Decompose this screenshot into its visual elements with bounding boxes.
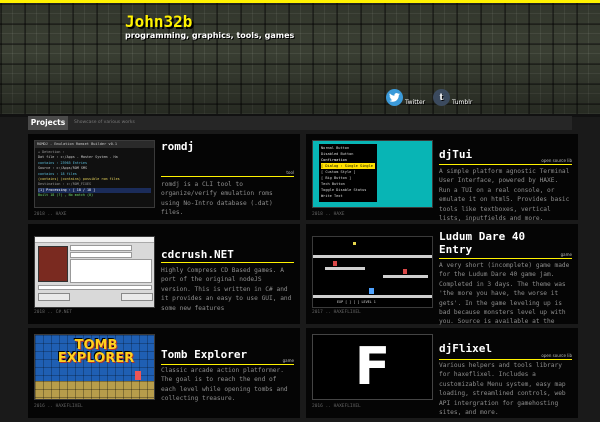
tumblr-t-icon: t [433, 89, 450, 106]
project-tag: tool [286, 170, 294, 175]
project-date: 2017 .. HAXEFLIXEL [312, 310, 361, 315]
tomb-explorer-thumbnail: TOMB EXPLORER [34, 334, 155, 400]
project-description: romdj is a CLI tool to organize/verify e… [161, 181, 273, 217]
twitter-bird-icon [386, 89, 403, 106]
ludum-dare-hud: EXP [ ] [ ] LEVEL 1 [337, 300, 376, 304]
project-title[interactable]: cdcrush.NET [161, 248, 271, 261]
project-card-ludum-dare-40[interactable]: EXP [ ] [ ] LEVEL 1 2017 .. HAXEFLIXEL L… [306, 224, 578, 335]
tab-caption: Showcase of various works [74, 120, 135, 125]
tumblr-label: Tumblr [452, 99, 473, 106]
romdj-thumb-heading: ROMDJ - Emulation Romset Builder v0.1 [35, 141, 154, 148]
project-tag: game [282, 358, 294, 363]
twitter-link[interactable]: Twitter [386, 89, 425, 106]
project-card-djflixel[interactable]: F 2016 .. HAXEFLIXEL djFlixel open sourc… [306, 328, 578, 418]
project-date: 2018 .. HAXE [312, 212, 345, 217]
tab-projects[interactable]: Projects [28, 116, 68, 130]
project-title[interactable]: djTui [439, 148, 549, 161]
title-underline [161, 262, 294, 263]
project-card-cdcrush[interactable]: 2018 .. C#.NET cdcrush.NET Highly Compre… [28, 224, 300, 324]
project-title[interactable]: Ludum Dare 40 Entry [439, 230, 549, 256]
title-underline [439, 258, 572, 259]
djtui-thumbnail: Normal Button Disabled Button Confirmati… [312, 140, 433, 208]
project-title[interactable]: djFlixel [439, 342, 549, 355]
project-date: 2018 .. C#.NET [34, 310, 72, 315]
project-date: 2016 .. HAXEFLIXEL [34, 404, 83, 409]
project-description: Various helpers and tools library for ha… [439, 362, 566, 417]
twitter-label: Twitter [405, 99, 426, 106]
project-card-tomb-explorer[interactable]: TOMB EXPLORER 2016 .. HAXEFLIXEL Tomb Ex… [28, 328, 300, 418]
romdj-thumb-line: Built 18 (?) , No match (0) [38, 193, 94, 198]
djflixel-thumbnail: F [312, 334, 433, 400]
project-card-djtui[interactable]: Normal Button Disabled Button Confirmati… [306, 134, 578, 223]
site-subtitle: programming, graphics, tools, games [125, 31, 295, 40]
project-date: 2018 .. HAXE [34, 212, 67, 217]
site-title[interactable]: John32b [125, 12, 192, 31]
djflixel-logo-letter: F [354, 337, 391, 397]
project-card-romdj[interactable]: ROMDJ - Emulation Romset Builder v0.1 + … [28, 134, 300, 220]
section-tab-bar: Projects Showcase of various works [28, 116, 572, 130]
romdj-thumbnail: ROMDJ - Emulation Romset Builder v0.1 + … [34, 140, 155, 208]
project-description: Highly Compress CD Based games. A port o… [161, 267, 292, 312]
project-title[interactable]: romdj [161, 140, 271, 153]
title-underline [439, 359, 572, 360]
project-description: A simple platform agnostic Terminal User… [439, 168, 570, 223]
title-underline [161, 176, 294, 177]
ludum-dare-thumbnail: EXP [ ] [ ] LEVEL 1 [312, 236, 433, 308]
project-title[interactable]: Tomb Explorer [161, 348, 271, 361]
header-background [0, 3, 600, 117]
tumblr-link[interactable]: t Tumblr [433, 89, 472, 106]
site-header: John32b programming, graphics, tools, ga… [0, 0, 600, 117]
project-tag: open source lib [541, 158, 572, 163]
djtui-thumb-line: Write Text [321, 194, 343, 198]
project-description: A very short (incomplete) game made for … [439, 262, 570, 335]
project-tag: game [560, 252, 572, 257]
tomb-explorer-logo-line: EXPLORER [57, 351, 135, 366]
cdcrush-thumbnail [34, 236, 155, 308]
project-date: 2016 .. HAXEFLIXEL [312, 404, 361, 409]
project-tag: open source lib [541, 353, 572, 358]
title-underline [439, 164, 572, 165]
project-description: Classic arcade action platformer. The go… [161, 367, 288, 403]
title-underline [161, 364, 294, 365]
